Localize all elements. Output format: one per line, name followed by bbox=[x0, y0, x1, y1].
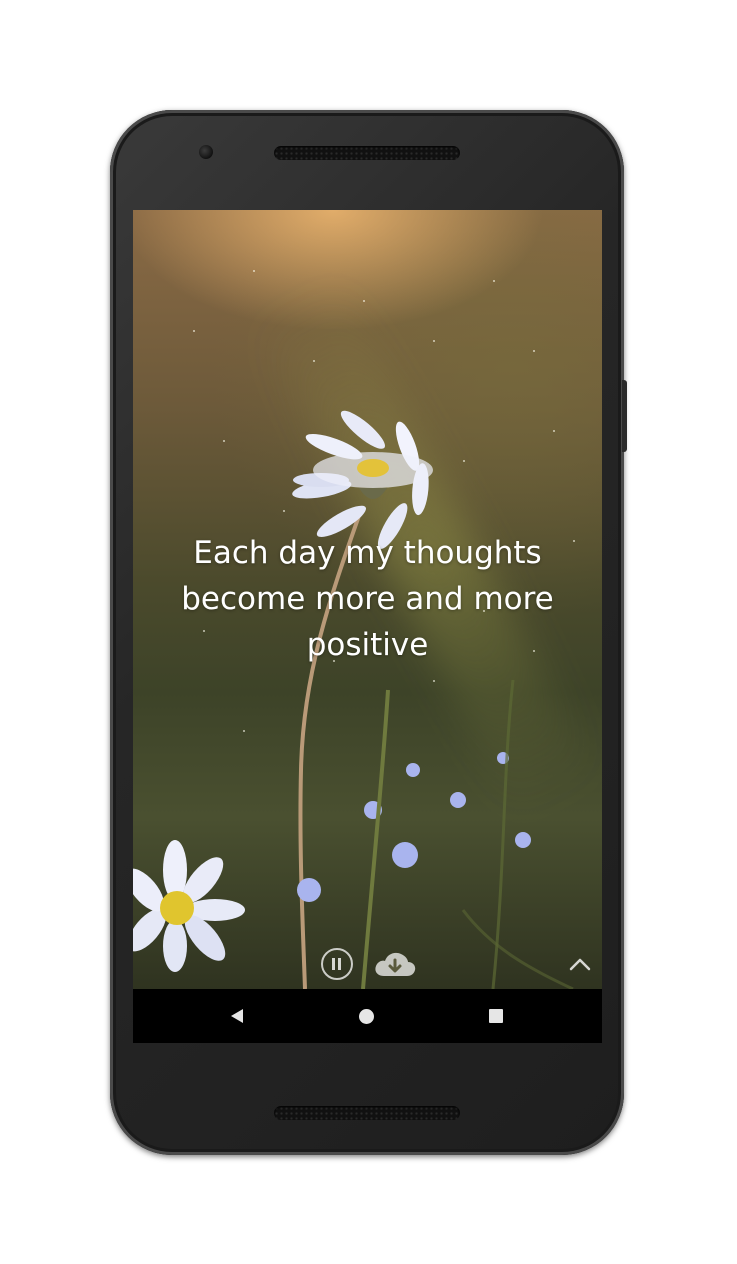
navigation-bar bbox=[133, 989, 602, 1043]
dust-speck bbox=[253, 270, 255, 272]
dust-speck bbox=[223, 440, 225, 442]
chevron-up-icon[interactable] bbox=[567, 954, 593, 974]
cloud-download-icon[interactable] bbox=[373, 948, 417, 980]
dust-speck bbox=[533, 350, 535, 352]
dust-speck bbox=[463, 460, 465, 462]
home-icon[interactable] bbox=[359, 1009, 374, 1024]
back-icon[interactable] bbox=[229, 1008, 245, 1024]
front-camera bbox=[199, 145, 213, 159]
dust-speck bbox=[553, 430, 555, 432]
dust-speck bbox=[193, 330, 195, 332]
affirmation-quote: Each day my thoughts become more and mor… bbox=[181, 535, 554, 663]
dust-speck bbox=[363, 300, 365, 302]
bottom-speaker bbox=[274, 1106, 460, 1120]
earpiece-speaker bbox=[274, 146, 460, 160]
dust-speck bbox=[433, 680, 435, 682]
dust-speck bbox=[283, 510, 285, 512]
screen: Each day my thoughts become more and mor… bbox=[133, 210, 602, 1043]
dust-speck bbox=[433, 340, 435, 342]
dust-speck bbox=[243, 730, 245, 732]
recents-icon[interactable] bbox=[489, 1009, 503, 1023]
wallpaper-image: Each day my thoughts become more and mor… bbox=[133, 210, 602, 989]
dust-speck bbox=[493, 280, 495, 282]
pause-icon[interactable] bbox=[321, 948, 353, 980]
power-button bbox=[622, 380, 627, 452]
dust-speck bbox=[313, 360, 315, 362]
